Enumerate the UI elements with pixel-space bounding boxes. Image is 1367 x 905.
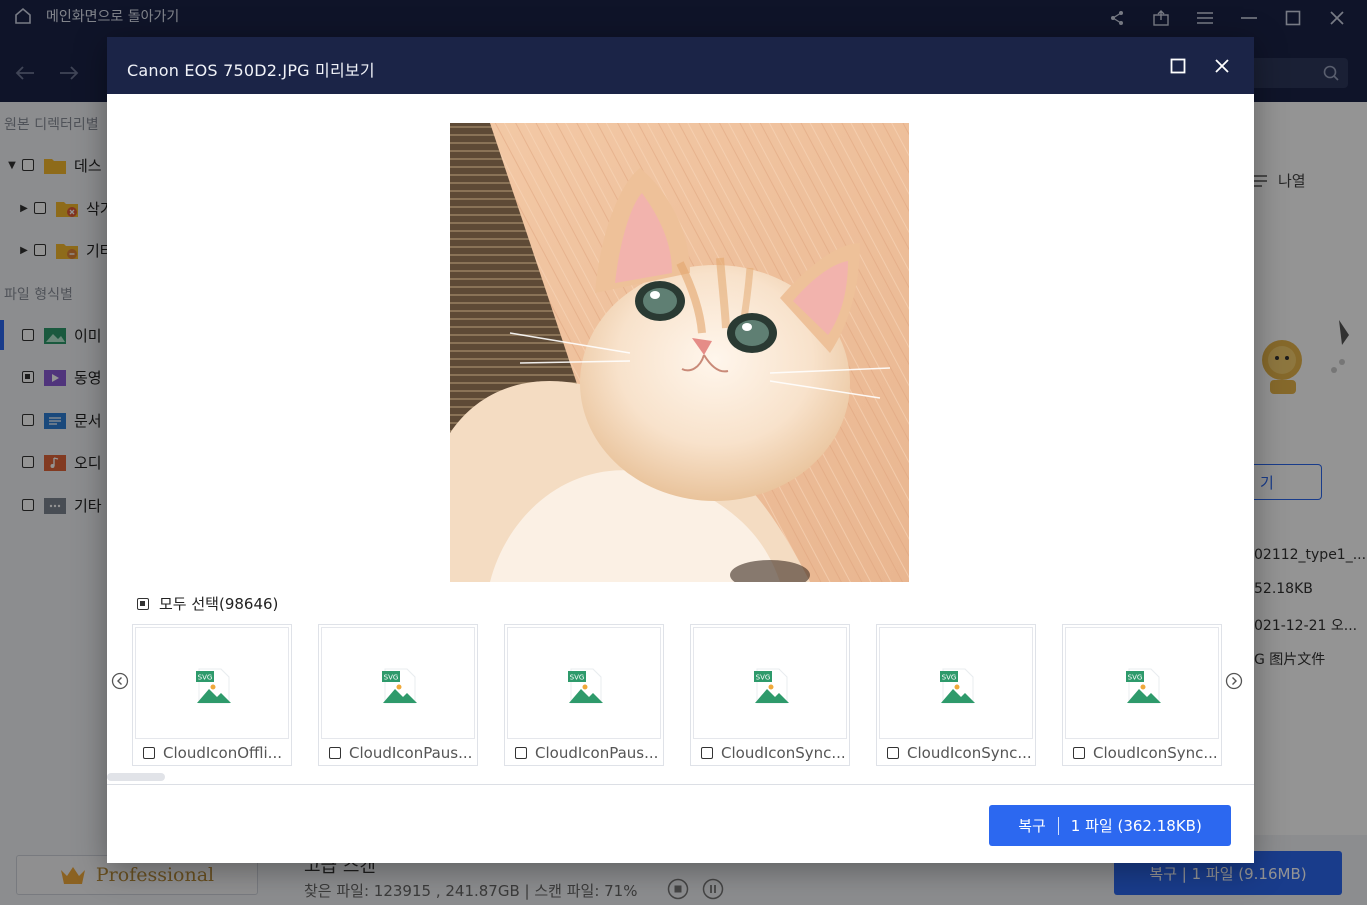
thumbnail-checkbox[interactable] <box>1073 747 1085 759</box>
svg-text:SVG: SVG <box>570 674 585 682</box>
svg-image-file-icon: SVG <box>754 668 789 704</box>
thumbnail-name: CloudIconSync... <box>907 744 1032 762</box>
thumbnail-card[interactable]: SVG CloudIconSync... <box>876 624 1036 766</box>
maximize-icon <box>1170 58 1186 74</box>
thumbnail-checkbox[interactable] <box>143 747 155 759</box>
thumbnail-checkbox[interactable] <box>329 747 341 759</box>
dialog-header: Canon EOS 750D2.JPG 미리보기 <box>107 37 1254 94</box>
carousel-prev-icon[interactable] <box>111 672 129 690</box>
dialog-close-button[interactable] <box>1208 52 1236 80</box>
select-all[interactable]: 모두 선택(98646) <box>137 593 278 614</box>
select-all-checkbox[interactable] <box>137 597 149 610</box>
thumbnail-strip: SVG CloudIconOffli... SVG CloudIconPaus.… <box>132 624 1224 767</box>
select-all-label: 모두 선택(98646) <box>159 595 279 613</box>
close-icon <box>1215 59 1229 73</box>
thumbnail-card[interactable]: SVG CloudIconPaus... <box>504 624 664 766</box>
svg-image-file-icon: SVG <box>196 668 231 704</box>
thumbnail-card[interactable]: SVG CloudIconSync... <box>690 624 850 766</box>
svg-text:SVG: SVG <box>756 674 771 682</box>
thumbnail-preview[interactable]: SVG <box>507 627 661 739</box>
svg-image-file-icon: SVG <box>940 668 975 704</box>
thumbnail-name: CloudIconPaus... <box>535 744 659 762</box>
thumbnail-name: CloudIconSync... <box>721 744 846 762</box>
recover-button-info: 1 파일 (362.18KB) <box>1070 817 1202 835</box>
thumbnail-checkbox[interactable] <box>515 747 527 759</box>
thumbnail-preview[interactable]: SVG <box>135 627 289 739</box>
carousel-next-icon[interactable] <box>1225 672 1243 690</box>
thumbnail-name: CloudIconOffli... <box>163 744 282 762</box>
horizontal-scrollbar[interactable] <box>107 773 165 781</box>
divider <box>107 784 1254 785</box>
recover-button[interactable]: 복구 1 파일 (362.18KB) <box>989 805 1231 846</box>
svg-text:SVG: SVG <box>942 674 957 682</box>
thumbnail-preview[interactable]: SVG <box>1065 627 1219 739</box>
separator <box>1057 816 1059 835</box>
thumbnail-checkbox[interactable] <box>887 747 899 759</box>
thumbnail-card[interactable]: SVG CloudIconPaus... <box>318 624 478 766</box>
thumbnail-card[interactable]: SVG CloudIconOffli... <box>132 624 292 766</box>
svg-text:SVG: SVG <box>198 674 213 682</box>
thumbnail-card[interactable]: SVG CloudIconSync... <box>1062 624 1222 766</box>
thumbnail-preview[interactable]: SVG <box>693 627 847 739</box>
thumbnail-checkbox[interactable] <box>701 747 713 759</box>
svg-image-file-icon: SVG <box>568 668 603 704</box>
recover-button-label: 복구 <box>1018 817 1046 835</box>
svg-image-file-icon: SVG <box>382 668 417 704</box>
preview-image <box>450 123 909 582</box>
dialog-maximize-button[interactable] <box>1164 52 1192 80</box>
dialog-title: Canon EOS 750D2.JPG 미리보기 <box>127 61 375 80</box>
preview-dialog: Canon EOS 750D2.JPG 미리보기 모두 선택(98646) SV… <box>107 37 1254 863</box>
svg-text:SVG: SVG <box>1128 674 1143 682</box>
thumbnail-name: CloudIconSync... <box>1093 744 1218 762</box>
thumbnail-name: CloudIconPaus... <box>349 744 473 762</box>
svg-text:SVG: SVG <box>384 674 399 682</box>
thumbnail-preview[interactable]: SVG <box>321 627 475 739</box>
thumbnail-preview[interactable]: SVG <box>879 627 1033 739</box>
svg-image-file-icon: SVG <box>1126 668 1161 704</box>
